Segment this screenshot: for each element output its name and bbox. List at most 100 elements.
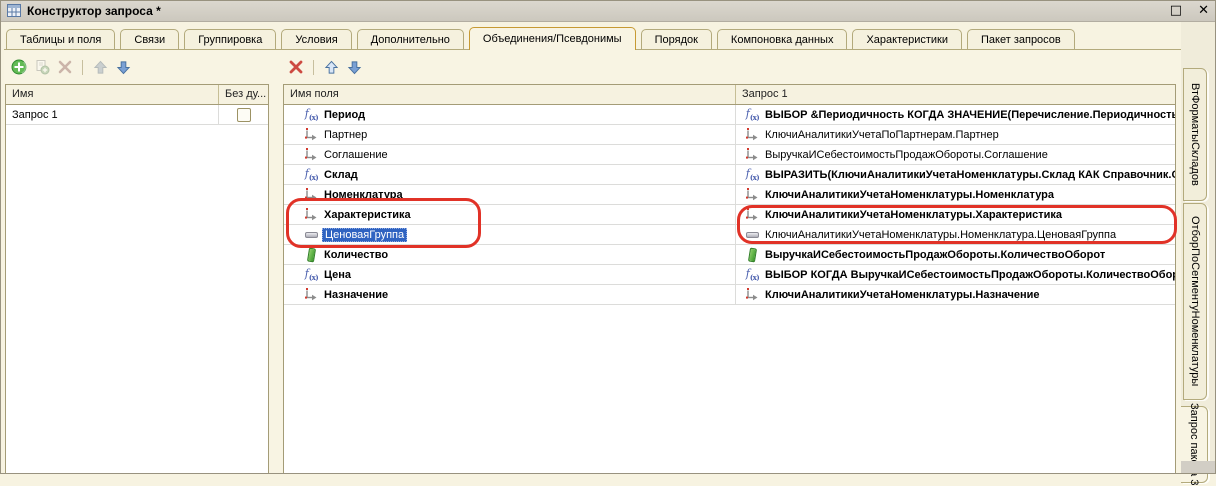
field-name: ЦеноваяГруппа	[322, 228, 407, 242]
query-expression: ВЫРАЗИТЬ(КлючиАналитикиУчетаНоменклатуры…	[765, 169, 1175, 181]
field-row[interactable]: Количество ВыручкаИСебестоимостьПродажОб…	[284, 245, 1175, 265]
close-button[interactable]: ✕	[1198, 4, 1209, 17]
query-row[interactable]: Запрос 1	[6, 105, 268, 125]
top-tab[interactable]: Условия	[281, 29, 351, 50]
field-icon	[745, 208, 760, 221]
fx-icon: f(x)	[304, 168, 319, 181]
column-header-field-name[interactable]: Имя поля	[284, 85, 736, 104]
top-tab[interactable]: Таблицы и поля	[6, 29, 115, 50]
field-row[interactable]: Характеристика КлючиАналитикиУчетаНоменк…	[284, 205, 1175, 225]
top-tab-bar: Таблицы и поля Связи Группировка Условия…	[6, 27, 1075, 50]
add-query-button[interactable]	[10, 58, 28, 76]
query-expression-cell[interactable]: КлючиАналитикиУчетаНоменклатуры.Номенкла…	[736, 185, 1175, 204]
query-expression: КлючиАналитикиУчетаНоменклатуры.Характер…	[765, 209, 1062, 221]
top-tab[interactable]: Дополнительно	[357, 29, 464, 50]
field-row[interactable]: Партнер КлючиАналитикиУчетаПоПартнерам.П…	[284, 125, 1175, 145]
field-name: Характеристика	[324, 209, 411, 221]
title-bar: Конструктор запроса * □ ✕	[0, 0, 1216, 22]
field-row[interactable]: Соглашение ВыручкаИСебестоимостьПродажОб…	[284, 145, 1175, 165]
field-name: Назначение	[324, 289, 388, 301]
window-title: Конструктор запроса *	[27, 4, 161, 18]
column-header-name[interactable]: Имя	[6, 85, 219, 104]
top-tab[interactable]: Компоновка данных	[717, 29, 848, 50]
side-tab[interactable]: ОтборПоСегментуНоменклатуры	[1183, 203, 1207, 400]
fields-table-header: Имя поля Запрос 1	[284, 85, 1175, 105]
field-name-cell[interactable]: f(x) Цена	[284, 265, 736, 284]
top-tab[interactable]: Характеристики	[852, 29, 962, 50]
fx-icon: f(x)	[745, 168, 760, 181]
no-duplicates-checkbox[interactable]	[237, 108, 251, 122]
query-expression-cell[interactable]: f(x) ВЫРАЗИТЬ(КлючиАналитикиУчетаНоменкл…	[736, 165, 1175, 184]
query-expression-cell[interactable]: КлючиАналитикиУчетаНоменклатуры.Назначен…	[736, 285, 1175, 304]
query-expression-cell[interactable]: f(x) ВЫБОР КОГДА ВыручкаИСебестоимостьПр…	[736, 265, 1175, 284]
query-expression-cell[interactable]: ВыручкаИСебестоимостьПродажОбороты.Согла…	[736, 145, 1175, 164]
field-row[interactable]: ЦеноваяГруппа КлючиАналитикиУчетаНоменкл…	[284, 225, 1175, 245]
queries-table-header: Имя Без ду...	[6, 85, 268, 105]
delete-query-button[interactable]	[56, 58, 74, 76]
query-expression-cell[interactable]: ВыручкаИСебестоимостьПродажОбороты.Колич…	[736, 245, 1175, 264]
query-expression-cell[interactable]: КлючиАналитикиУчетаПоПартнерам.Партнер	[736, 125, 1175, 144]
field-row[interactable]: f(x) Склад f(x) ВЫРАЗИТЬ(КлючиАналитикиУ…	[284, 165, 1175, 185]
field-name-cell[interactable]: f(x) Склад	[284, 165, 736, 184]
field-name: Период	[324, 109, 365, 121]
field-row[interactable]: Назначение КлючиАналитикиУчетаНоменклату…	[284, 285, 1175, 305]
field-name: Количество	[324, 249, 388, 261]
column-header-query1[interactable]: Запрос 1	[736, 85, 1175, 104]
move-query-up-button[interactable]	[91, 58, 109, 76]
fields-toolbar	[287, 56, 363, 78]
top-tab[interactable]: Группировка	[184, 29, 276, 50]
delete-field-button[interactable]	[287, 58, 305, 76]
field-name-cell[interactable]: Партнер	[284, 125, 736, 144]
queries-toolbar	[10, 56, 132, 78]
fx-icon: f(x)	[745, 108, 760, 121]
dash-icon	[304, 228, 319, 241]
query-expression-cell[interactable]: f(x) ВЫБОР &Периодичность КОГДА ЗНАЧЕНИЕ…	[736, 105, 1175, 124]
query-expression: ВЫБОР КОГДА ВыручкаИСебестоимостьПродажО…	[765, 269, 1175, 281]
move-field-down-button[interactable]	[345, 58, 363, 76]
query-expression: КлючиАналитикиУчетаНоменклатуры.Номенкла…	[765, 229, 1116, 241]
field-icon	[745, 188, 760, 201]
fx-icon: f(x)	[304, 108, 319, 121]
field-row[interactable]: f(x) Цена f(x) ВЫБОР КОГДА ВыручкаИСебес…	[284, 265, 1175, 285]
side-tab[interactable]: ВтФорматыСкладов	[1183, 68, 1207, 201]
top-tab[interactable]: Связи	[120, 29, 179, 50]
query-expression-cell[interactable]: КлючиАналитикиУчетаНоменклатуры.Номенкла…	[736, 225, 1175, 244]
fields-table: Имя поля Запрос 1 f(x) Период f(x) ВЫБОР…	[283, 84, 1176, 474]
field-name-cell[interactable]: Количество	[284, 245, 736, 264]
query-expression: КлючиАналитикиУчетаПоПартнерам.Партнер	[765, 129, 999, 141]
field-icon	[304, 148, 319, 161]
field-name-cell[interactable]: Номенклатура	[284, 185, 736, 204]
copy-query-button[interactable]	[33, 58, 51, 76]
move-field-up-button[interactable]	[322, 58, 340, 76]
field-name-cell[interactable]: Соглашение	[284, 145, 736, 164]
side-tab-strip: ВтФорматыСкладов ОтборПоСегментуНоменкла…	[1181, 22, 1216, 474]
field-name: Склад	[324, 169, 358, 181]
field-row[interactable]: f(x) Период f(x) ВЫБОР &Периодичность КО…	[284, 105, 1175, 125]
field-name: Партнер	[324, 129, 367, 141]
field-icon	[304, 128, 319, 141]
field-name: Номенклатура	[324, 189, 403, 201]
query-expression: КлючиАналитикиУчетаНоменклатуры.Назначен…	[765, 289, 1040, 301]
toolbar-separator	[313, 60, 314, 75]
toolbar-separator	[82, 60, 83, 75]
top-tab[interactable]: Пакет запросов	[967, 29, 1075, 50]
top-tab[interactable]: Объединения/Псевдонимы	[469, 27, 636, 50]
field-name: Цена	[324, 269, 351, 281]
sum-icon	[745, 248, 760, 261]
top-tab[interactable]: Порядок	[641, 29, 712, 50]
query-expression: ВыручкаИСебестоимостьПродажОбороты.Колич…	[765, 249, 1105, 261]
field-name-cell[interactable]: Назначение	[284, 285, 736, 304]
query-expression: КлючиАналитикиУчетаНоменклатуры.Номенкла…	[765, 189, 1054, 201]
field-name-cell[interactable]: Характеристика	[284, 205, 736, 224]
field-row[interactable]: Номенклатура КлючиАналитикиУчетаНоменкла…	[284, 185, 1175, 205]
query-builder-icon	[7, 4, 21, 17]
column-header-no-duplicates[interactable]: Без ду...	[219, 85, 268, 104]
field-name-cell[interactable]: f(x) Период	[284, 105, 736, 124]
maximize-button[interactable]: □	[1170, 4, 1182, 17]
query-expression-cell[interactable]: КлючиАналитикиУчетаНоменклатуры.Характер…	[736, 205, 1175, 224]
field-icon	[304, 188, 319, 201]
field-name-cell[interactable]: ЦеноваяГруппа	[284, 225, 736, 244]
move-query-down-button[interactable]	[114, 58, 132, 76]
query-name: Запрос 1	[12, 109, 58, 121]
field-icon	[745, 288, 760, 301]
